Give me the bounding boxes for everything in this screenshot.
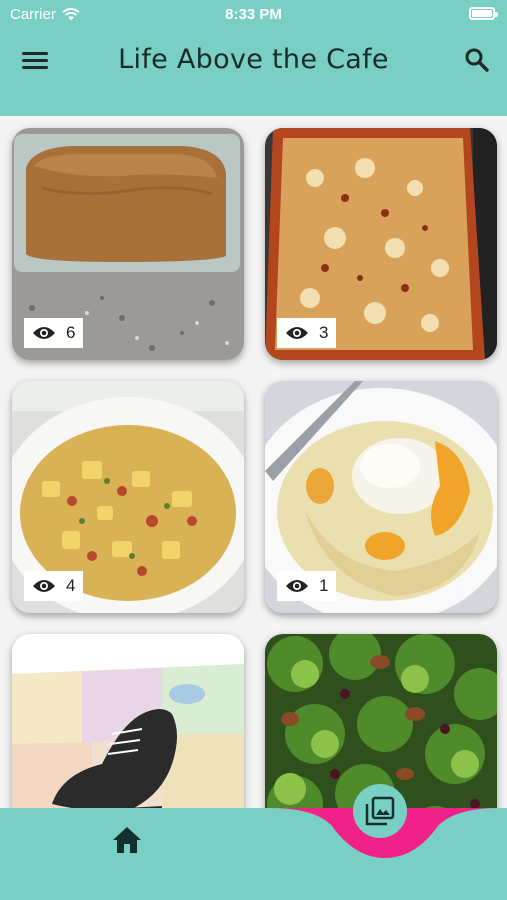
status-bar: Carrier 8:33 PM [0, 0, 507, 28]
view-count-badge: 6 [24, 318, 84, 348]
app-header: Carrier 8:33 PM Life Above the Cafe [0, 0, 507, 116]
eye-icon [286, 580, 308, 592]
view-count-badge: 4 [24, 571, 84, 601]
gallery-button[interactable] [353, 784, 407, 838]
post-grid: 6 3 4 1 [0, 116, 507, 808]
view-count: 4 [66, 576, 76, 595]
running-map-photo [12, 634, 244, 808]
view-count: 1 [319, 576, 329, 595]
post-card-running-map[interactable] [12, 634, 244, 808]
eye-icon [33, 327, 55, 339]
battery-icon [469, 7, 498, 20]
view-count-badge: 1 [277, 571, 337, 601]
post-card-banana-bread[interactable]: 6 [12, 128, 244, 360]
eye-icon [33, 580, 55, 592]
home-icon[interactable] [110, 824, 144, 856]
page-title: Life Above the Cafe [118, 44, 389, 75]
post-card-breakfast-hash[interactable]: 4 [12, 381, 244, 613]
post-card-broccoli-salad[interactable] [265, 634, 497, 808]
post-card-baked-casserole[interactable]: 3 [265, 128, 497, 360]
post-card-peach-cobbler[interactable]: 1 [265, 381, 497, 613]
broccoli-salad-photo [265, 634, 497, 808]
status-time: 8:33 PM [225, 6, 282, 23]
search-icon[interactable] [463, 46, 491, 74]
gallery-icon [365, 796, 395, 826]
view-count: 3 [319, 323, 329, 342]
eye-icon [286, 327, 308, 339]
view-count-badge: 3 [277, 318, 337, 348]
bottom-nav [0, 808, 507, 900]
view-count: 6 [66, 323, 76, 342]
